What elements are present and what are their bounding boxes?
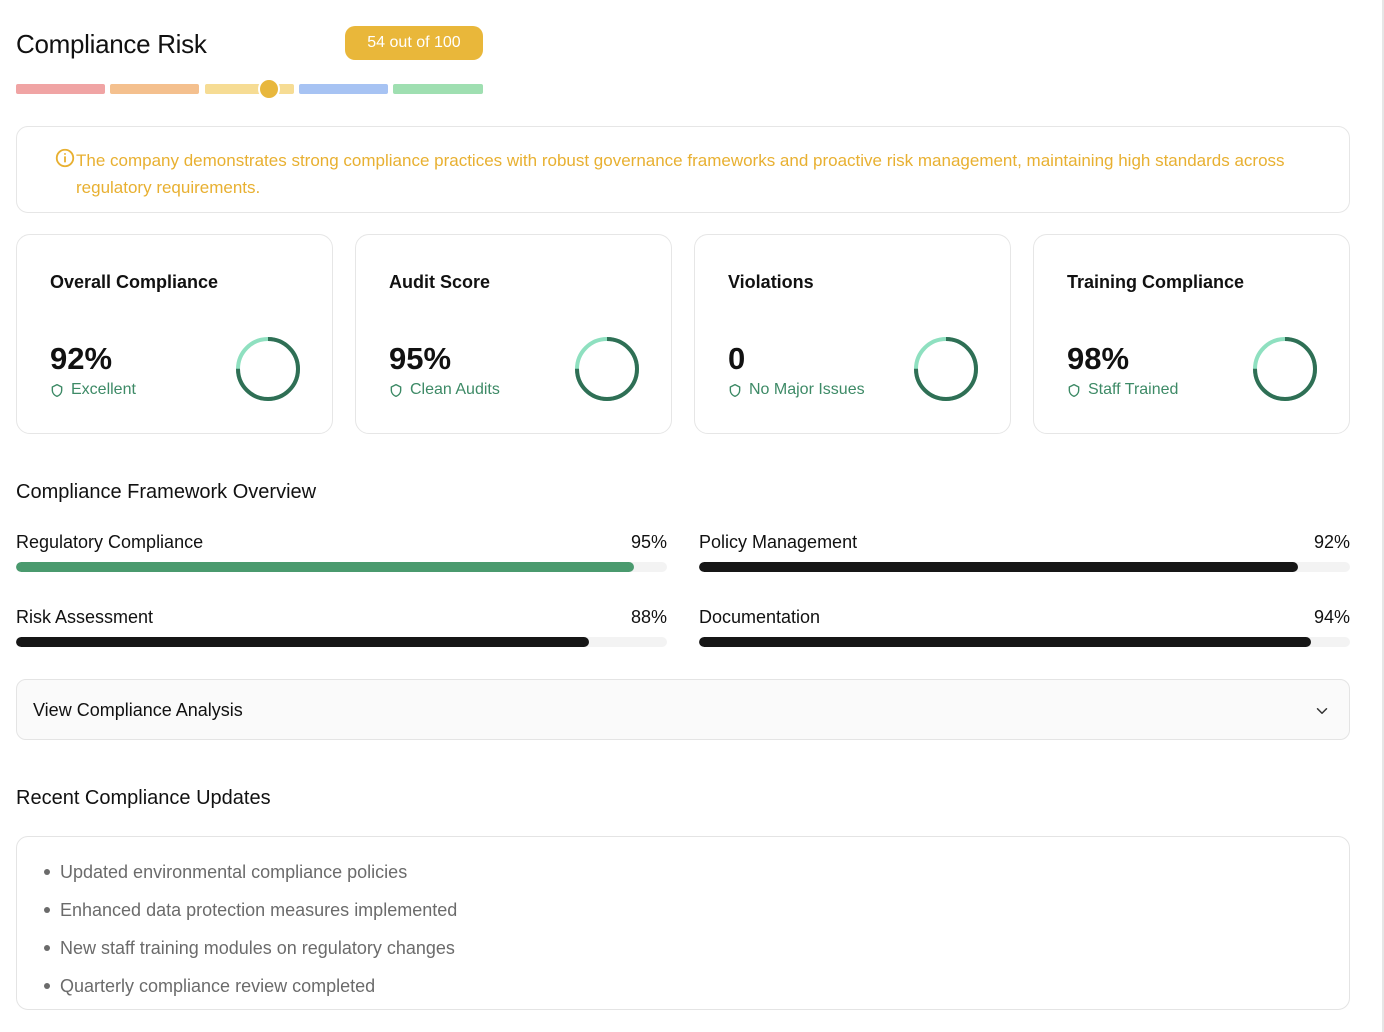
bar-fill xyxy=(699,562,1298,572)
card-value: 98% xyxy=(1067,341,1130,376)
metric-card-audit-score: Audit Score 95% Clean Audits xyxy=(355,234,672,434)
risk-scale-segment-low xyxy=(299,84,388,94)
bar-value: 94% xyxy=(1313,607,1350,627)
framework-section-title: Compliance Framework Overview xyxy=(16,481,317,503)
list-item: New staff training modules on regulatory… xyxy=(44,929,1349,967)
info-circle-icon xyxy=(55,148,75,168)
list-item: Updated environmental compliance policie… xyxy=(44,853,1349,891)
framework-bar-policy-management: Policy Management 92% xyxy=(699,532,1350,577)
list-item: Enhanced data protection measures implem… xyxy=(44,891,1349,929)
bullet xyxy=(44,869,50,875)
list-item: Quarterly compliance review completed xyxy=(44,967,1349,1005)
framework-bar-documentation: Documentation 94% xyxy=(699,607,1350,652)
bar-value: 92% xyxy=(1313,532,1350,552)
shield-icon xyxy=(51,383,63,397)
page-title: Compliance Risk xyxy=(16,29,207,59)
risk-scale xyxy=(16,78,484,100)
list-item-text: Enhanced data protection measures implem… xyxy=(60,899,458,920)
risk-scale-marker xyxy=(257,78,280,100)
bar-label: Policy Management xyxy=(699,532,858,552)
bar-fill xyxy=(699,637,1311,647)
risk-scale-segment-medium xyxy=(205,84,294,94)
updates-section-title: Recent Compliance Updates xyxy=(16,787,271,809)
bar-label: Risk Assessment xyxy=(16,607,154,627)
alert-text: The company demonstrates strong complian… xyxy=(76,151,1285,197)
card-value: 95% xyxy=(389,341,452,376)
bar-track xyxy=(16,637,667,647)
bar-track xyxy=(699,562,1350,572)
recent-updates-list: Updated environmental compliance policie… xyxy=(16,836,1350,1010)
bullet xyxy=(44,907,50,913)
bar-label: Documentation xyxy=(699,607,821,627)
shield-icon xyxy=(1068,383,1080,397)
card-title: Violations xyxy=(728,272,814,292)
compliance-analysis-accordion[interactable]: View Compliance Analysis xyxy=(16,679,1350,740)
bullet xyxy=(44,983,50,989)
risk-scale-segment-minimal xyxy=(393,84,483,94)
metric-card-violations: Violations 0 No Major Issues xyxy=(694,234,1011,434)
framework-bar-risk-assessment: Risk Assessment 88% xyxy=(16,607,667,652)
list-item-text: Updated environmental compliance policie… xyxy=(60,861,408,882)
card-status-label: Clean Audits xyxy=(410,381,500,398)
card-status: No Major Issues xyxy=(728,381,865,399)
bar-value: 95% xyxy=(630,532,667,552)
chevron-down-icon[interactable] xyxy=(1313,702,1331,720)
accordion-label: View Compliance Analysis xyxy=(33,700,243,720)
bullet xyxy=(44,945,50,951)
bar-fill xyxy=(16,562,635,572)
risk-score-badge: 54 out of 100 xyxy=(345,26,483,60)
card-title: Overall Compliance xyxy=(50,272,219,292)
shield-icon xyxy=(390,383,402,397)
bar-value: 88% xyxy=(630,607,667,627)
card-status-label: No Major Issues xyxy=(749,381,865,398)
risk-scale-segment-high xyxy=(110,84,199,94)
compliance-summary-alert: The company demonstrates strong complian… xyxy=(16,126,1350,213)
card-status-label: Excellent xyxy=(71,381,136,398)
card-value: 0 xyxy=(728,341,746,376)
progress-ring xyxy=(1253,337,1317,401)
progress-ring xyxy=(236,337,300,401)
card-value: 92% xyxy=(50,341,113,376)
bar-label: Regulatory Compliance xyxy=(16,532,204,552)
card-title: Audit Score xyxy=(389,272,491,292)
bar-track xyxy=(16,562,667,572)
bar-track xyxy=(699,637,1350,647)
metric-cards: Overall Compliance 92% Excellent Audit S… xyxy=(16,234,1350,434)
list-item-text: New staff training modules on regulatory… xyxy=(60,937,455,958)
progress-ring xyxy=(914,337,978,401)
card-status: Clean Audits xyxy=(389,381,500,399)
progress-ring xyxy=(575,337,639,401)
card-title: Training Compliance xyxy=(1067,272,1245,292)
card-status: Staff Trained xyxy=(1067,381,1178,399)
framework-bar-regulatory-compliance: Regulatory Compliance 95% xyxy=(16,532,667,577)
card-status-label: Staff Trained xyxy=(1088,381,1179,398)
metric-card-training-compliance: Training Compliance 98% Staff Trained xyxy=(1033,234,1350,434)
metric-card-overall-compliance: Overall Compliance 92% Excellent xyxy=(16,234,333,434)
risk-scale-segment-critical xyxy=(16,84,105,94)
bar-fill xyxy=(16,637,589,647)
risk-header: Compliance Risk 54 out of 100 xyxy=(16,26,486,100)
shield-icon xyxy=(729,383,741,397)
card-status: Excellent xyxy=(50,381,136,399)
list-item-text: Quarterly compliance review completed xyxy=(60,975,376,996)
framework-bars: Regulatory Compliance 95% Policy Managem… xyxy=(16,532,1350,652)
